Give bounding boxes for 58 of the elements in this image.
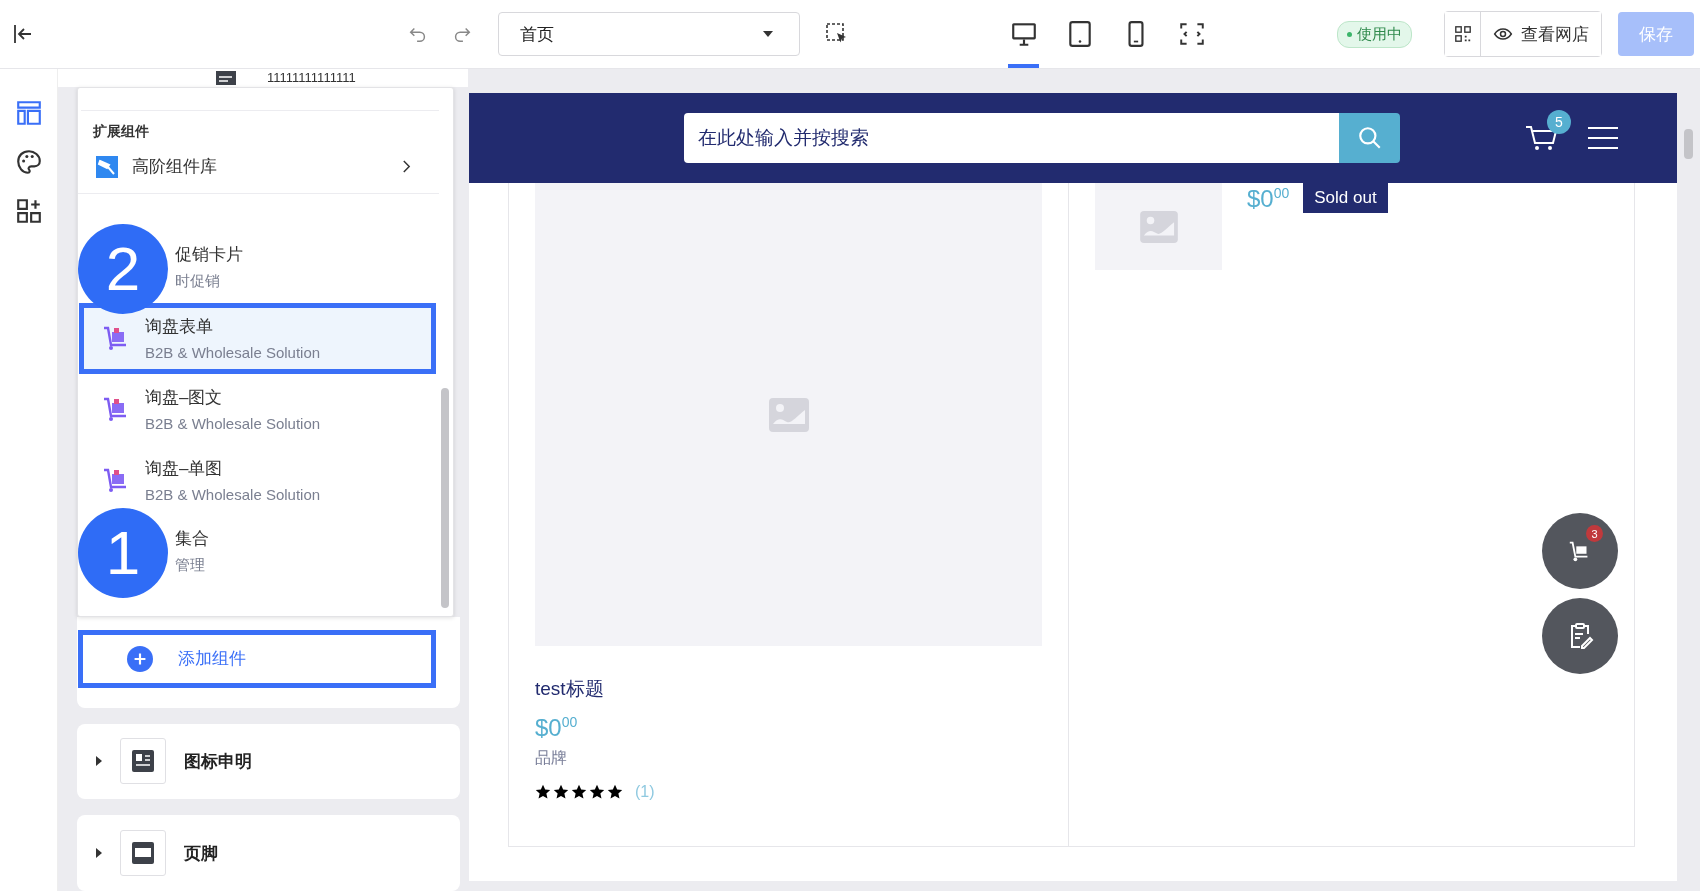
plus-icon bbox=[127, 645, 153, 672]
rail-button[interactable] bbox=[14, 197, 43, 225]
component-name: 11111111111111 bbox=[267, 70, 356, 86]
component-item[interactable]: 询盘表单 B2B & Wholesale Solution bbox=[79, 302, 436, 374]
scrollbar[interactable] bbox=[1684, 129, 1693, 159]
add-widget-icon bbox=[14, 197, 43, 225]
cart-count: 5 bbox=[1547, 110, 1571, 134]
section-card[interactable]: 页脚 bbox=[77, 815, 460, 891]
image-placeholder-icon bbox=[1139, 210, 1178, 243]
image-placeholder-icon bbox=[768, 397, 809, 432]
scrollbar[interactable] bbox=[441, 387, 449, 608]
step-badge: 2 bbox=[78, 223, 168, 314]
product-title[interactable]: test标题 bbox=[535, 676, 1042, 702]
component-item[interactable]: 集合 管理 bbox=[170, 515, 436, 587]
item-subtitle: B2B & Wholesale Solution bbox=[145, 486, 321, 504]
add-component-button[interactable]: 添加组件 bbox=[78, 629, 436, 688]
page-select[interactable]: 首页 bbox=[498, 12, 800, 56]
inquiry-count: 3 bbox=[1586, 525, 1603, 542]
search-field[interactable]: 在此处输入并按搜索 bbox=[684, 113, 1339, 163]
fit-screen-icon bbox=[1177, 20, 1206, 48]
product-price: $0$^{00}$ bbox=[535, 714, 579, 742]
expand-arrow-icon bbox=[96, 848, 102, 859]
item-title: 询盘–图文 bbox=[145, 387, 224, 410]
product-price: $0$^{00}$ bbox=[1247, 185, 1290, 213]
item-title: 集合 bbox=[175, 528, 209, 551]
qr-code-icon bbox=[1453, 25, 1472, 43]
item-subtitle: 时促销 bbox=[175, 272, 221, 292]
product-brand: 品牌 bbox=[535, 748, 568, 768]
inquiry-cart-button[interactable]: 3 bbox=[1542, 513, 1618, 589]
chevron-right-icon bbox=[402, 160, 411, 174]
search-icon bbox=[1356, 125, 1383, 151]
layout-icon bbox=[14, 99, 43, 127]
component-item[interactable]: 促销卡片 时促销 bbox=[170, 231, 436, 303]
palette-icon bbox=[14, 148, 43, 176]
section-title: 图标申明 bbox=[184, 751, 252, 773]
item-subtitle: B2B & Wholesale Solution bbox=[145, 415, 321, 433]
caret-icon bbox=[763, 31, 773, 37]
section-card[interactable]: 图标申明 bbox=[77, 723, 460, 800]
hammer-icon bbox=[95, 154, 119, 179]
step-badge: 1 bbox=[78, 507, 168, 598]
rail-button[interactable] bbox=[14, 148, 43, 176]
item-title: 询盘–单图 bbox=[145, 458, 224, 481]
footer-icon bbox=[132, 842, 154, 865]
library-item[interactable]: 高阶组件库 bbox=[78, 140, 439, 194]
menu-icon[interactable] bbox=[1587, 126, 1619, 150]
item-subtitle: 管理 bbox=[175, 556, 206, 576]
desktop-icon bbox=[1009, 20, 1038, 48]
item-subtitle: B2B & Wholesale Solution bbox=[145, 344, 321, 362]
sold-out-tag: Sold out bbox=[1303, 183, 1388, 213]
section-heading: 扩展组件 bbox=[92, 121, 150, 141]
status-badge: 使用中 bbox=[1337, 20, 1412, 48]
section-title: 页脚 bbox=[184, 842, 218, 865]
qr-code-button[interactable] bbox=[1445, 12, 1481, 56]
item-title: 询盘表单 bbox=[145, 316, 214, 339]
legend-icon bbox=[132, 750, 154, 773]
expand-arrow-icon bbox=[96, 756, 102, 767]
item-title: 促销卡片 bbox=[175, 244, 243, 267]
component-item[interactable]: 询盘–图文 B2B & Wholesale Solution bbox=[79, 373, 436, 445]
